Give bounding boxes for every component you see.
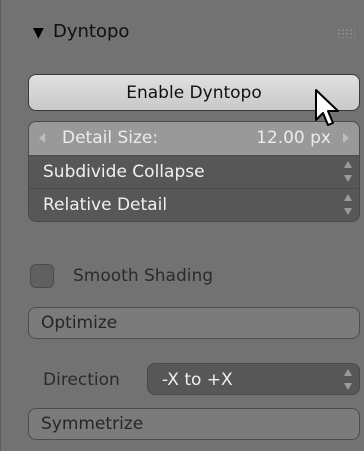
smooth-shading-toggle[interactable]: Smooth Shading xyxy=(28,262,328,292)
updown-arrows-icon xyxy=(344,369,352,391)
drag-grip-icon[interactable] xyxy=(337,28,355,38)
symmetrize-button[interactable]: Symmetrize xyxy=(28,408,360,440)
collapse-triangle-icon[interactable]: ▼ xyxy=(33,25,44,41)
enable-dyntopo-button[interactable]: Enable Dyntopo xyxy=(28,74,360,111)
increment-arrow-icon[interactable] xyxy=(343,133,349,143)
enable-dyntopo-label: Enable Dyntopo xyxy=(126,82,262,103)
optimize-button[interactable]: Optimize xyxy=(28,307,360,339)
subdivide-collapse-label: Subdivide Collapse xyxy=(43,162,205,182)
direction-dropdown[interactable]: -X to +X xyxy=(147,363,360,395)
panel-title: Dyntopo xyxy=(53,21,130,42)
direction-label: Direction xyxy=(43,370,120,390)
dyntopo-settings-group: Detail Size: 12.00 px Subdivide Collapse… xyxy=(28,121,360,222)
optimize-label: Optimize xyxy=(41,313,118,333)
symmetrize-label: Symmetrize xyxy=(41,414,144,434)
subdivide-collapse-dropdown[interactable]: Subdivide Collapse xyxy=(29,155,359,188)
smooth-shading-label: Smooth Shading xyxy=(73,266,214,286)
detail-size-field[interactable]: Detail Size: 12.00 px xyxy=(29,122,359,155)
panel-header[interactable]: ▼ Dyntopo xyxy=(1,0,364,62)
detail-mode-label: Relative Detail xyxy=(43,195,168,215)
mouse-pointer-icon xyxy=(315,89,339,126)
direction-value: -X to +X xyxy=(162,370,233,390)
updown-arrows-icon xyxy=(344,194,352,216)
decrement-arrow-icon[interactable] xyxy=(39,133,45,143)
detail-mode-dropdown[interactable]: Relative Detail xyxy=(29,188,359,221)
dyntopo-panel: ▼ Dyntopo Enable Dyntopo Detail Size: 12… xyxy=(0,0,364,451)
smooth-shading-checkbox[interactable] xyxy=(30,264,54,288)
detail-size-label: Detail Size: xyxy=(62,128,159,148)
updown-arrows-icon xyxy=(344,161,352,183)
